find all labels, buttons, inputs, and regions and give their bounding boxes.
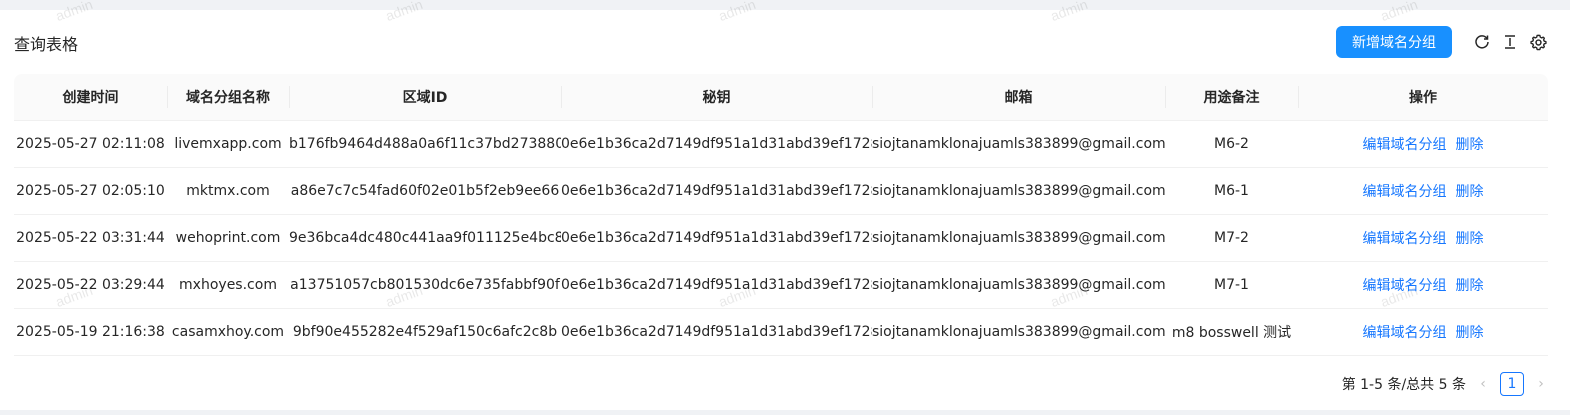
page-number-button[interactable]: 1	[1500, 372, 1524, 396]
cell-zone-id: a13751057cb801530dc6e735fabbf90f	[289, 261, 561, 309]
cell-email: siojtanamklonajuamls383899@gmail.com	[872, 214, 1165, 262]
cell-created: 2025-05-27 02:11:08	[14, 120, 167, 168]
cell-zone-id: 9bf90e455282e4f529af150c6afc2c8b	[289, 308, 561, 356]
cell-email: siojtanamklonajuamls383899@gmail.com	[872, 167, 1165, 215]
delete-link[interactable]: 删除	[1455, 325, 1483, 341]
cell-email: siojtanamklonajuamls383899@gmail.com	[872, 261, 1165, 309]
table-row: 2025-05-27 02:05:10 mktmx.com a86e7c7c54…	[14, 167, 1548, 215]
cell-note: m8 bosswell 测试	[1165, 308, 1298, 356]
page-title: 查询表格	[14, 35, 79, 54]
cell-key: 0e6e1b36ca2d7149df951a1d31abd39ef1728	[561, 167, 872, 215]
density-icon[interactable]	[1500, 32, 1520, 52]
cell-note: M7-1	[1165, 261, 1298, 309]
delete-link[interactable]: 删除	[1455, 231, 1483, 247]
column-header-created[interactable]: 创建时间	[14, 74, 167, 121]
cell-note: M7-2	[1165, 214, 1298, 262]
cell-name: mxhoyes.com	[167, 261, 289, 309]
table-row: 2025-05-19 21:16:38 casamxhoy.com 9bf90e…	[14, 308, 1548, 356]
edit-domain-group-link[interactable]: 编辑域名分组	[1363, 231, 1447, 247]
cell-note: M6-1	[1165, 167, 1298, 215]
cell-actions: 编辑域名分组 删除	[1298, 120, 1548, 168]
cell-name: casamxhoy.com	[167, 308, 289, 356]
cell-actions: 编辑域名分组 删除	[1298, 261, 1548, 309]
cell-name: wehoprint.com	[167, 214, 289, 262]
table-row: 2025-05-27 02:11:08 livemxapp.com b176fb…	[14, 120, 1548, 168]
next-page-icon[interactable]: ›	[1534, 376, 1548, 392]
pagination-summary: 第 1-5 条/总共 5 条	[1341, 377, 1466, 393]
settings-icon[interactable]	[1528, 32, 1548, 52]
top-background-strip	[0, 0, 1570, 10]
table-row: 2025-05-22 03:31:44 wehoprint.com 9e36bc…	[14, 214, 1548, 262]
prev-page-icon[interactable]: ‹	[1476, 376, 1490, 392]
column-header-zone-id[interactable]: 区域ID	[289, 74, 561, 121]
bottom-background-strip	[0, 410, 1570, 415]
cell-email: siojtanamklonajuamls383899@gmail.com	[872, 120, 1165, 168]
pagination: 第 1-5 条/总共 5 条 ‹ 1 ›	[1342, 372, 1548, 396]
cell-created: 2025-05-22 03:29:44	[14, 261, 167, 309]
cell-key: 0e6e1b36ca2d7149df951a1d31abd39ef1728	[561, 120, 872, 168]
cell-created: 2025-05-22 03:31:44	[14, 214, 167, 262]
cell-key: 0e6e1b36ca2d7149df951a1d31abd39ef1728	[561, 261, 872, 309]
cell-name: mktmx.com	[167, 167, 289, 215]
cell-key: 0e6e1b36ca2d7149df951a1d31abd39ef1728	[561, 214, 872, 262]
add-domain-group-button[interactable]: 新增域名分组	[1336, 26, 1452, 58]
column-header-name[interactable]: 域名分组名称	[167, 74, 289, 121]
cell-key: 0e6e1b36ca2d7149df951a1d31abd39ef1728	[561, 308, 872, 356]
cell-zone-id: a86e7c7c54fad60f02e01b5f2eb9ee66	[289, 167, 561, 215]
cell-note: M6-2	[1165, 120, 1298, 168]
table-header-row: 创建时间 域名分组名称 区域ID 秘钥 邮箱 用途备注 操作	[14, 74, 1548, 121]
column-header-key[interactable]: 秘钥	[561, 74, 872, 121]
delete-link[interactable]: 删除	[1455, 278, 1483, 294]
cell-zone-id: 9e36bca4dc480c441aa9f011125e4bc8	[289, 214, 561, 262]
column-header-email[interactable]: 邮箱	[872, 74, 1165, 121]
delete-link[interactable]: 删除	[1455, 137, 1483, 153]
delete-link[interactable]: 删除	[1455, 184, 1483, 200]
column-header-actions: 操作	[1298, 74, 1548, 121]
cell-name: livemxapp.com	[167, 120, 289, 168]
edit-domain-group-link[interactable]: 编辑域名分组	[1363, 137, 1447, 153]
cell-created: 2025-05-27 02:05:10	[14, 167, 167, 215]
column-header-note[interactable]: 用途备注	[1165, 74, 1298, 121]
table-row: 2025-05-22 03:29:44 mxhoyes.com a1375105…	[14, 261, 1548, 309]
reload-icon[interactable]	[1472, 32, 1492, 52]
table-card: admin admin admin admin admin admin admi…	[0, 0, 1570, 410]
edit-domain-group-link[interactable]: 编辑域名分组	[1363, 184, 1447, 200]
table-toolbar: 查询表格 新增域名分组	[14, 24, 1548, 60]
edit-domain-group-link[interactable]: 编辑域名分组	[1363, 278, 1447, 294]
cell-actions: 编辑域名分组 删除	[1298, 214, 1548, 262]
cell-actions: 编辑域名分组 删除	[1298, 308, 1548, 356]
edit-domain-group-link[interactable]: 编辑域名分组	[1363, 325, 1447, 341]
cell-zone-id: b176fb9464d488a0a6f11c37bd273880	[289, 120, 561, 168]
cell-email: siojtanamklonajuamls383899@gmail.com	[872, 308, 1165, 356]
cell-created: 2025-05-19 21:16:38	[14, 308, 167, 356]
domain-group-table: 创建时间 域名分组名称 区域ID 秘钥 邮箱 用途备注 操作 2025-05-2…	[14, 74, 1548, 356]
cell-actions: 编辑域名分组 删除	[1298, 167, 1548, 215]
